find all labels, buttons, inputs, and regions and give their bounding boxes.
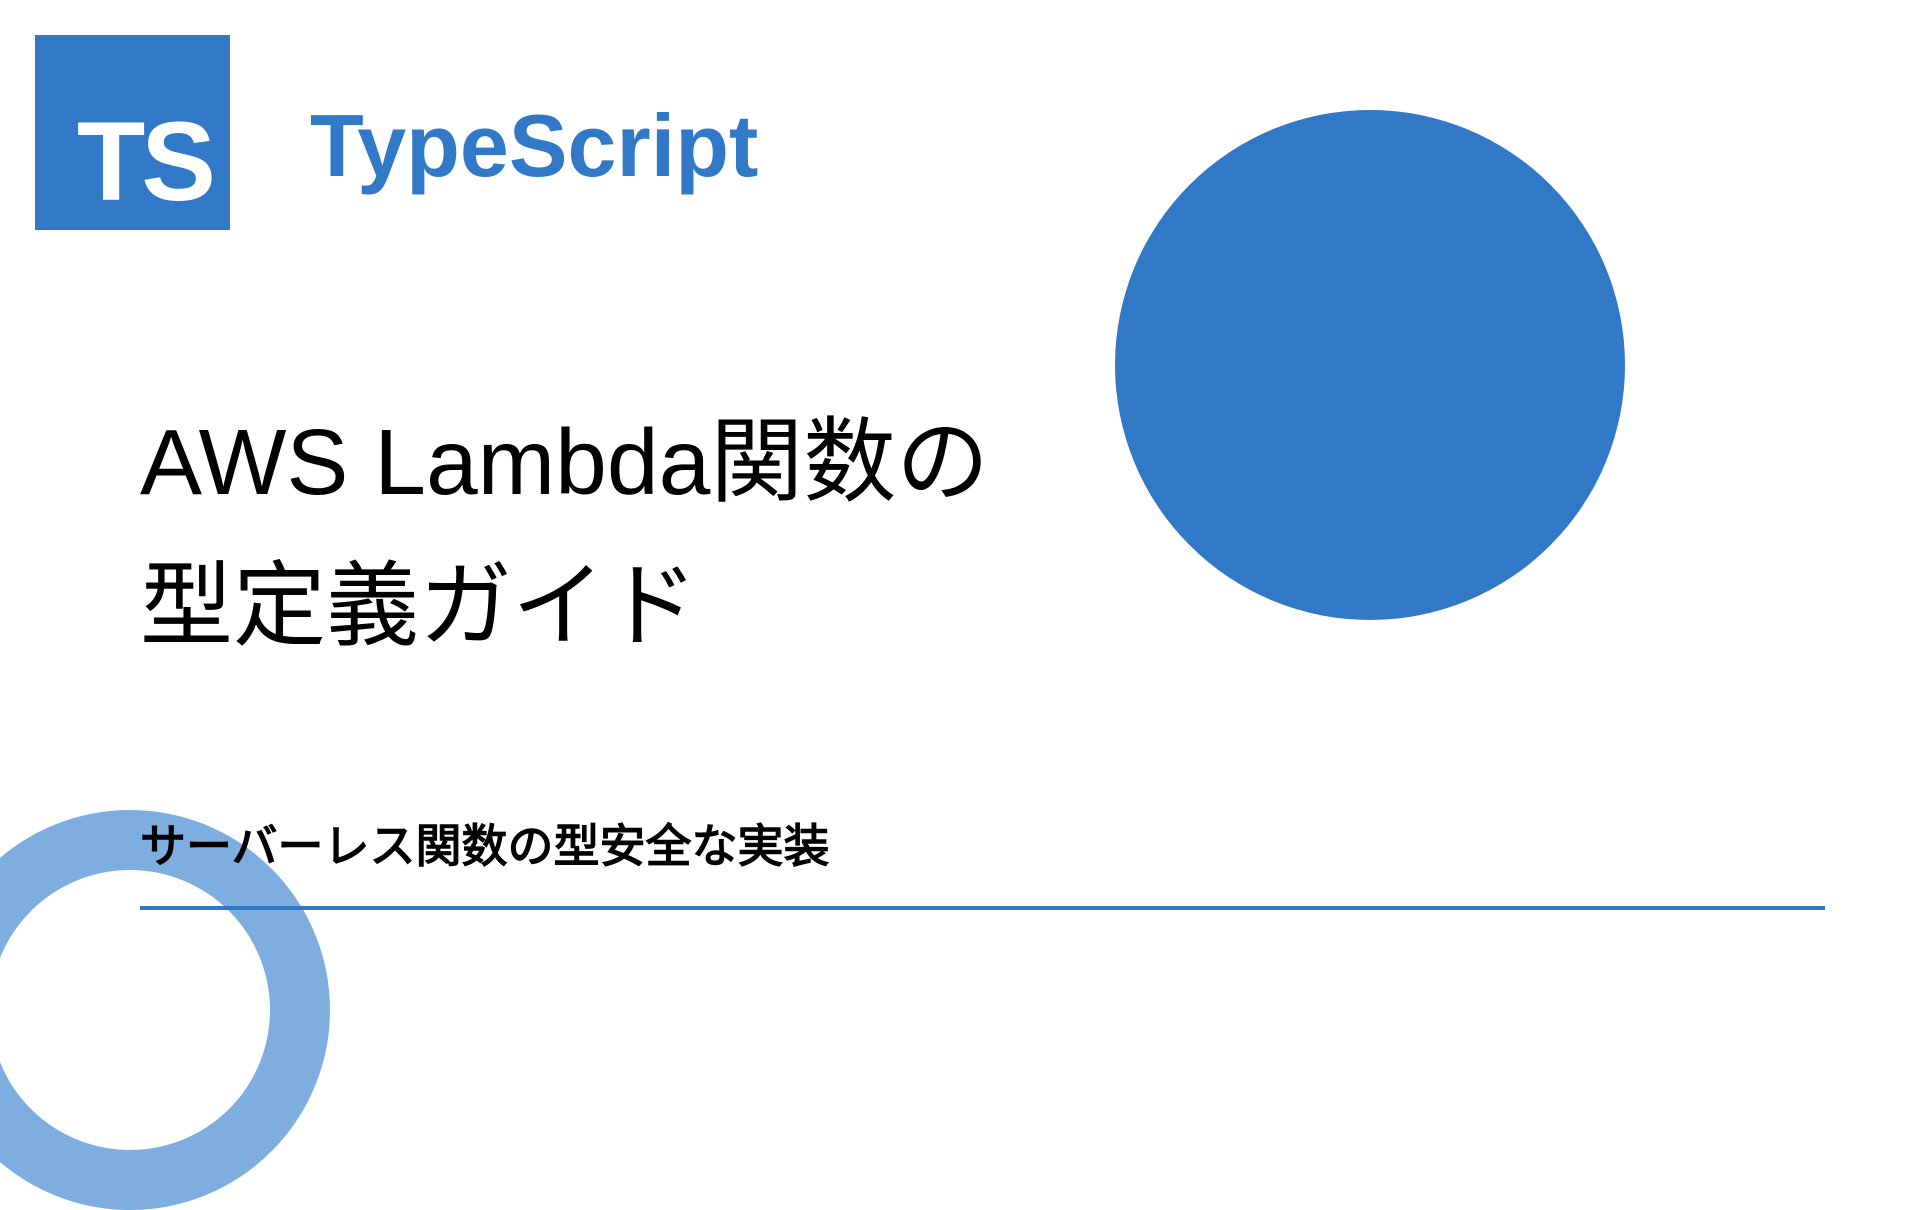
title-line-2: 型定義ガイド [140, 534, 989, 678]
title-line-1: AWS Lambda関数の [140, 390, 989, 534]
subtitle-container: サーバーレス関数の型安全な実装 [140, 810, 1825, 910]
typescript-logo: TS [35, 35, 230, 230]
language-label: TypeScript [310, 95, 758, 197]
logo-text: TS [77, 106, 212, 218]
decorative-big-circle [1115, 110, 1625, 620]
subtitle: サーバーレス関数の型安全な実装 [140, 810, 1825, 906]
subtitle-underline [140, 906, 1825, 910]
page-title: AWS Lambda関数の 型定義ガイド [140, 390, 989, 678]
